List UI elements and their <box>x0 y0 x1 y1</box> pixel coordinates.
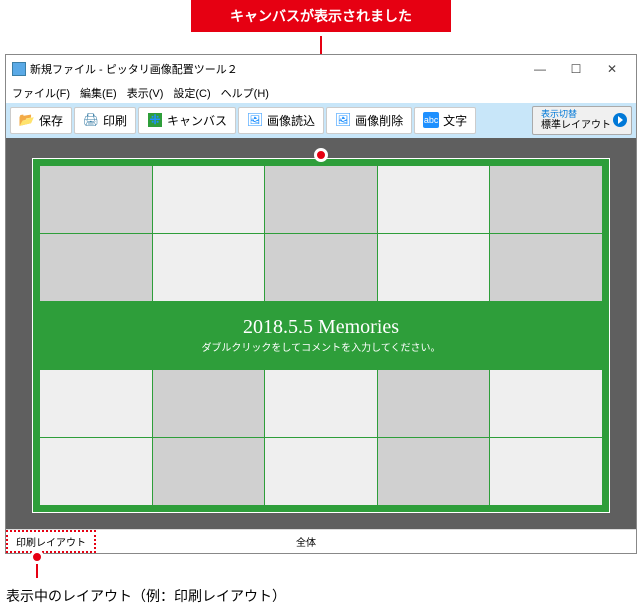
canvas-cell[interactable] <box>490 437 603 505</box>
annotation-callout-bottom <box>36 550 642 578</box>
canvas-button[interactable]: ⁜ キャンバス <box>138 107 236 134</box>
image-delete-button-label: 画像削除 <box>355 112 403 129</box>
annotation-callout-top: キャンバスが表示されました <box>191 0 451 32</box>
annotation-leader-line <box>320 36 322 54</box>
toolbar: 📂 保存 🖨 印刷 ⁜ キャンバス 🖼 画像読込 🖼 画像削除 abc 文字 表… <box>6 103 636 138</box>
canvas-cell[interactable] <box>265 233 378 301</box>
print-button[interactable]: 🖨 印刷 <box>74 107 136 134</box>
canvas-area[interactable]: 2018.5.5 Memories ダブルクリックをしてコメントを入力してくださ… <box>32 158 610 513</box>
app-window: 新規ファイル - ピッタリ画像配置ツール２ — ☐ ✕ ファイル(F) 編集(E… <box>5 54 637 554</box>
canvas-button-label: キャンバス <box>167 112 227 129</box>
annotation-marker-canvas <box>314 148 328 162</box>
layout-toggle-button[interactable]: 表示切替 標準レイアウト <box>532 106 632 135</box>
layout-toggle-value: 標準レイアウト <box>541 120 611 131</box>
menu-settings[interactable]: 設定(C) <box>173 85 210 101</box>
maximize-button[interactable]: ☐ <box>558 59 594 79</box>
canvas-cell[interactable] <box>40 369 153 437</box>
save-button-label: 保存 <box>39 112 63 129</box>
canvas-cell[interactable] <box>40 233 153 301</box>
canvas-cell[interactable] <box>490 165 603 233</box>
canvas-cell[interactable] <box>265 165 378 233</box>
image-load-button[interactable]: 🖼 画像読込 <box>238 107 324 134</box>
canvas-cell[interactable] <box>40 165 153 233</box>
workarea: 2018.5.5 Memories ダブルクリックをしてコメントを入力してくださ… <box>6 138 636 529</box>
printer-icon: 🖨 <box>83 112 99 128</box>
layout-toggle-label: 表示切替 <box>541 109 611 120</box>
canvas-cell[interactable] <box>40 437 153 505</box>
save-button[interactable]: 📂 保存 <box>10 107 72 134</box>
image-delete-button[interactable]: 🖼 画像削除 <box>326 107 412 134</box>
close-button[interactable]: ✕ <box>594 59 630 79</box>
titlebar: 新規ファイル - ピッタリ画像配置ツール２ — ☐ ✕ <box>6 55 636 83</box>
canvas-hint-text: ダブルクリックをしてコメントを入力してください。 <box>42 339 600 354</box>
text-icon: abc <box>423 112 439 128</box>
canvas-cell[interactable] <box>490 233 603 301</box>
menu-edit[interactable]: 編集(E) <box>80 85 117 101</box>
canvas-cell[interactable] <box>152 437 265 505</box>
image-add-icon: 🖼 <box>247 112 263 128</box>
menu-file[interactable]: ファイル(F) <box>12 85 70 101</box>
canvas-cell[interactable] <box>152 233 265 301</box>
status-tab-all[interactable]: 全体 <box>96 532 516 551</box>
menu-help[interactable]: ヘルプ(H) <box>221 85 269 101</box>
folder-open-icon: 📂 <box>19 112 35 128</box>
app-icon <box>12 62 26 76</box>
canvas-cell[interactable] <box>265 369 378 437</box>
canvas-title-text: 2018.5.5 Memories <box>42 316 600 339</box>
canvas-cell[interactable] <box>377 165 490 233</box>
text-button[interactable]: abc 文字 <box>414 107 476 134</box>
menu-view[interactable]: 表示(V) <box>127 85 164 101</box>
canvas-cell[interactable] <box>490 369 603 437</box>
canvas-cell[interactable] <box>152 165 265 233</box>
canvas-cell[interactable] <box>377 369 490 437</box>
annotation-caption: 表示中のレイアウト（例：印刷レイアウト） <box>6 586 642 606</box>
window-title: 新規ファイル - ピッタリ画像配置ツール２ <box>30 61 522 77</box>
text-button-label: 文字 <box>443 112 467 129</box>
canvas-cell[interactable] <box>377 437 490 505</box>
canvas-cell[interactable] <box>152 369 265 437</box>
canvas-cell[interactable] <box>377 233 490 301</box>
canvas-cell[interactable] <box>265 437 378 505</box>
image-remove-icon: 🖼 <box>335 112 351 128</box>
canvas-title-cell[interactable]: 2018.5.5 Memories ダブルクリックをしてコメントを入力してくださ… <box>40 301 603 369</box>
menubar: ファイル(F) 編集(E) 表示(V) 設定(C) ヘルプ(H) <box>6 83 636 103</box>
canvas-grid-icon: ⁜ <box>147 112 163 128</box>
image-load-button-label: 画像読込 <box>267 112 315 129</box>
print-button-label: 印刷 <box>103 112 127 129</box>
minimize-button[interactable]: — <box>522 59 558 79</box>
play-arrow-icon <box>613 113 627 127</box>
status-tab-print-layout[interactable]: 印刷レイアウト <box>6 530 96 553</box>
canvas-grid: 2018.5.5 Memories ダブルクリックをしてコメントを入力してくださ… <box>39 165 603 506</box>
